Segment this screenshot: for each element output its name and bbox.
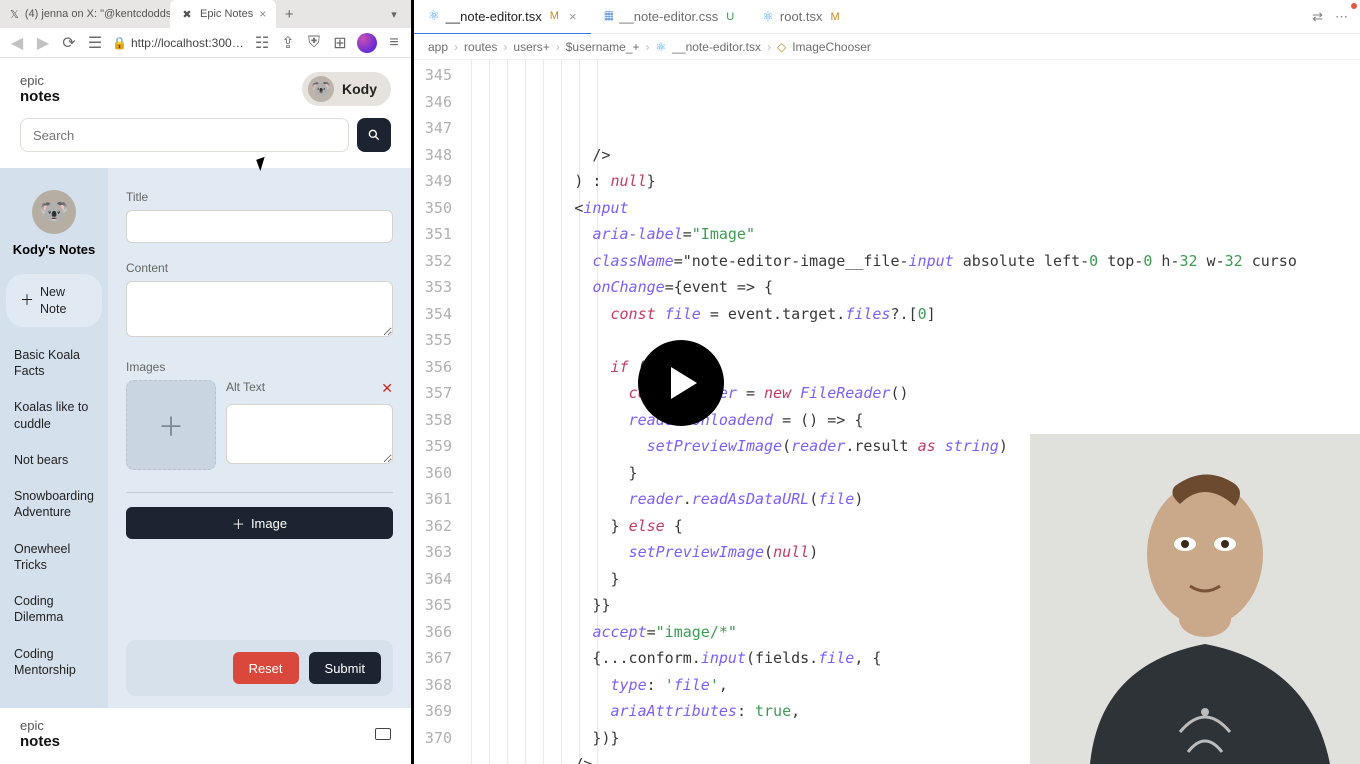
search-icon <box>367 128 381 142</box>
reload-icon[interactable]: ⟳ <box>60 34 78 52</box>
react-file-icon: ⚛ <box>428 8 440 24</box>
title-label: Title <box>126 190 393 204</box>
avatar-icon: 🐨 <box>308 76 334 102</box>
more-icon[interactable]: ⋯ <box>1335 9 1348 25</box>
plus-icon: ＋ <box>20 291 34 309</box>
webcam-feed <box>1030 434 1360 764</box>
profile-avatar[interactable] <box>357 33 377 53</box>
avatar-icon: 🐨 <box>32 190 76 234</box>
nav-forward-icon[interactable]: ▶ <box>34 34 52 52</box>
tab-title: (4) jenna on X: "@kentcdodds @ts <box>25 8 170 20</box>
app-brand[interactable]: epic notes <box>20 73 60 105</box>
new-tab-button[interactable]: + <box>276 0 302 28</box>
symbol-icon: ◇ <box>777 40 786 54</box>
react-file-icon: ⚛ <box>762 9 774 25</box>
ide-tab-note-editor-tsx[interactable]: ⚛ __note-editor.tsx M × <box>414 0 591 34</box>
search-input[interactable] <box>20 118 349 152</box>
screen-icon[interactable] <box>375 728 391 740</box>
plus-icon: ＋ <box>158 407 184 444</box>
react-file-icon: ⚛ <box>655 40 666 54</box>
divider <box>126 492 393 493</box>
tab-title: Epic Notes <box>200 8 253 20</box>
url-display[interactable]: 🔒http://localhost:3000/users... <box>112 36 245 50</box>
sidebar-item[interactable]: Not bears <box>0 442 108 478</box>
browser-tab-strip: 𝕏 (4) jenna on X: "@kentcdodds @ts ✖ Epi… <box>0 0 411 28</box>
notes-sidebar: 🐨 Kody's Notes ＋ New Note Basic Koala Fa… <box>0 168 108 708</box>
x-favicon: 𝕏 <box>10 7 19 21</box>
sidebar-owner: Kody's Notes <box>8 242 100 258</box>
mouse-cursor <box>258 158 268 172</box>
sidebar-item[interactable]: Koalas like to cuddle <box>0 389 108 442</box>
content-label: Content <box>126 261 393 275</box>
image-dropzone[interactable]: ＋ <box>126 380 216 470</box>
user-chip[interactable]: 🐨 Kody <box>302 72 391 106</box>
share-icon[interactable]: ⇪ <box>279 34 297 52</box>
extensions-icon[interactable]: ⊞ <box>331 34 349 52</box>
submit-button[interactable]: Submit <box>309 652 381 684</box>
sidebar-item[interactable]: Coding Mentorship <box>0 636 108 689</box>
ide-tab-root-tsx[interactable]: ⚛ root.tsx M <box>748 0 853 34</box>
browser-tab-active[interactable]: ✖ Epic Notes × <box>170 0 276 28</box>
note-editor-form: Title Content Images ＋ Alt <box>108 168 411 708</box>
reset-button[interactable]: Reset <box>233 652 299 684</box>
close-icon[interactable]: × <box>569 9 577 24</box>
sidebar-user[interactable]: 🐨 Kody's Notes <box>0 190 108 274</box>
add-image-button[interactable]: ＋ Image <box>126 507 393 539</box>
epic-favicon: ✖ <box>180 7 194 21</box>
play-button[interactable] <box>638 340 724 426</box>
sidebar-item[interactable]: Snowboarding Adventure <box>0 478 108 531</box>
sidebar-item[interactable]: Basic Koala Facts <box>0 337 108 390</box>
nav-back-icon[interactable]: ◀ <box>8 34 26 52</box>
content-textarea[interactable] <box>126 281 393 337</box>
lock-icon: 🔒 <box>112 36 127 50</box>
close-icon[interactable]: × <box>259 7 266 21</box>
sidebar-item[interactable]: Onewheel Tricks <box>0 531 108 584</box>
tab-list-caret[interactable]: ▾ <box>383 0 405 28</box>
images-label: Images <box>126 360 393 374</box>
recording-indicator <box>1351 3 1357 9</box>
search-button[interactable] <box>357 118 391 152</box>
ide-tab-bar: ⚛ __note-editor.tsx M × 𝄜 __note-editor.… <box>414 0 1360 34</box>
alt-text-label: Alt Text <box>226 380 265 394</box>
sidebar-toggle-icon[interactable]: ☰ <box>86 34 104 52</box>
ide-tab-note-editor-css[interactable]: 𝄜 __note-editor.css U <box>591 0 749 34</box>
plus-icon: ＋ <box>232 514 245 533</box>
line-gutter: 3453463473483493503513523533543553563573… <box>414 60 462 764</box>
title-input[interactable] <box>126 210 393 243</box>
browser-tab-inactive[interactable]: 𝕏 (4) jenna on X: "@kentcdodds @ts <box>0 0 170 28</box>
reader-icon[interactable]: ☷ <box>253 34 271 52</box>
shield-icon[interactable]: ⛨ <box>305 34 323 52</box>
app-brand-footer[interactable]: epic notes <box>20 718 60 750</box>
sidebar-item-new-note[interactable]: ＋ New Note <box>6 274 102 327</box>
remove-image-icon[interactable]: ✕ <box>381 380 393 397</box>
user-name: Kody <box>342 81 377 97</box>
address-bar: ◀ ▶ ⟳ ☰ 🔒http://localhost:3000/users... … <box>0 28 411 58</box>
breadcrumb[interactable]: app› routes› users+› $username_+› ⚛ __no… <box>414 34 1360 60</box>
alt-text-input[interactable] <box>226 404 393 464</box>
compare-icon[interactable]: ⇄ <box>1312 9 1323 25</box>
css-file-icon: 𝄜 <box>605 9 614 25</box>
menu-icon[interactable]: ≡ <box>385 34 403 52</box>
sidebar-item[interactable]: Coding Dilemma <box>0 583 108 636</box>
